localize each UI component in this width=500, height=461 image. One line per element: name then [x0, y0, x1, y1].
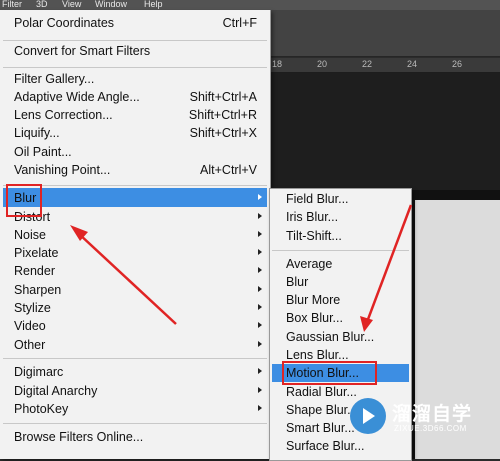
watermark: 溜溜自学 ZIXUE.3D66.COM: [350, 396, 490, 440]
annotation-arrowhead: [360, 316, 373, 332]
watermark-play-icon: [350, 398, 386, 434]
annotation-arrows: [70, 204, 413, 332]
annotation-arrow-line: [77, 232, 177, 325]
annotation-arrow-line: [365, 204, 413, 323]
watermark-subtitle: ZIXUE.3D66.COM: [394, 424, 467, 433]
watermark-title: 溜溜自学: [392, 404, 473, 425]
